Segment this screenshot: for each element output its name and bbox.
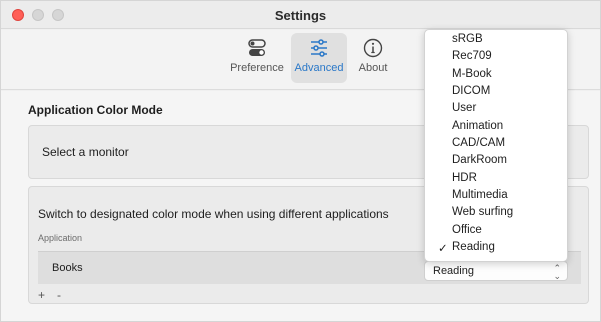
application-name: Books [52, 262, 83, 274]
menu-item-darkroom[interactable]: DarkRoom [425, 153, 567, 170]
settings-window: Settings Preference Advanced About Appli… [0, 0, 601, 322]
tab-about[interactable]: About [351, 33, 395, 83]
color-mode-description: Switch to designated color mode when usi… [38, 207, 389, 221]
menu-item-label: Web surfing [452, 206, 514, 218]
up-down-chevron-icon: ⌃ ⌄ [553, 263, 561, 281]
remove-application-button[interactable]: - [57, 288, 61, 302]
application-column-header: Application [38, 233, 83, 243]
menu-item-multimedia[interactable]: Multimedia [425, 188, 567, 205]
tab-advanced[interactable]: Advanced [291, 33, 347, 83]
menu-item-cad-cam[interactable]: CAD/CAM [425, 136, 567, 153]
tab-preference-label: Preference [230, 62, 284, 74]
menu-item-label: Reading [452, 241, 495, 253]
menu-item-hdr[interactable]: HDR [425, 171, 567, 188]
menu-item-label: DICOM [452, 85, 491, 97]
menu-item-srgb[interactable]: sRGB [425, 32, 567, 49]
menu-item-label: sRGB [452, 33, 483, 45]
menu-item-office[interactable]: Office [425, 223, 567, 240]
menu-item-dicom[interactable]: DICOM [425, 84, 567, 101]
menu-item-label: HDR [452, 172, 477, 184]
select-monitor-label: Select a monitor [42, 145, 129, 159]
menu-item-m-book[interactable]: M-Book [425, 67, 567, 84]
menu-item-rec709[interactable]: Rec709 [425, 49, 567, 66]
color-mode-select[interactable]: Reading ⌃ ⌄ [424, 261, 568, 281]
sliders-icon [311, 39, 327, 57]
menu-item-label: User [452, 102, 477, 114]
menu-item-user[interactable]: User [425, 101, 567, 118]
menu-item-label: Animation [452, 120, 504, 132]
menu-item-label: Multimedia [452, 189, 508, 201]
menu-item-web-surfing[interactable]: Web surfing [425, 205, 567, 222]
checkmark-icon: ✓ [438, 243, 448, 255]
menu-item-label: CAD/CAM [452, 137, 506, 149]
menu-item-reading[interactable]: ✓ Reading [425, 240, 567, 257]
menu-item-animation[interactable]: Animation [425, 119, 567, 136]
tab-advanced-label: Advanced [294, 62, 344, 74]
menu-item-label: DarkRoom [452, 154, 507, 166]
window-title: Settings [274, 8, 327, 23]
color-mode-dropdown-menu: sRGB Rec709 M-Book DICOM User Animation … [424, 29, 568, 262]
add-application-button[interactable]: + [38, 288, 45, 302]
menu-item-label: M-Book [452, 68, 492, 80]
tab-preference[interactable]: Preference [227, 33, 287, 83]
menu-item-label: Office [452, 224, 482, 236]
tab-about-label: About [358, 62, 388, 74]
info-icon [363, 38, 383, 58]
toggle-icon [248, 39, 266, 56]
title-bar: Settings [1, 1, 600, 29]
color-mode-value: Reading [433, 265, 474, 277]
menu-item-label: Rec709 [452, 50, 492, 62]
section-title: Application Color Mode [28, 103, 163, 117]
